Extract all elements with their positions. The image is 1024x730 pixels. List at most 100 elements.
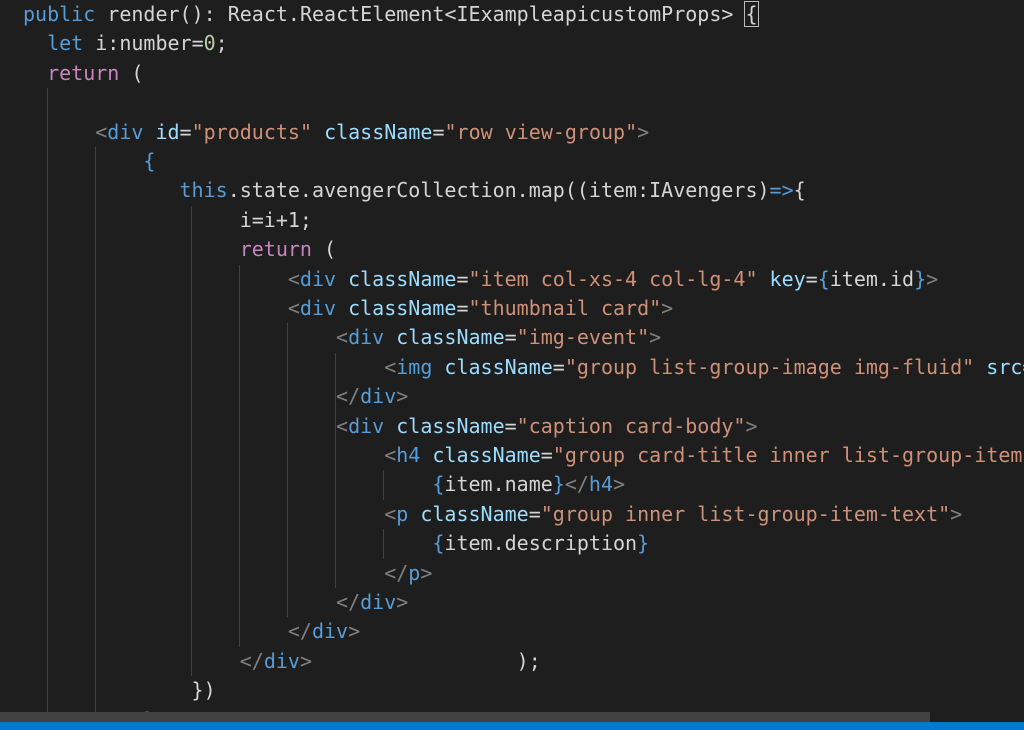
code-token: { — [143, 149, 156, 173]
code-token: = — [504, 325, 517, 350]
code-token: div — [263, 648, 300, 673]
code-line[interactable]: { — [143, 147, 155, 176]
code-token: = — [805, 266, 818, 291]
indent-guide — [47, 88, 48, 712]
code-line[interactable]: <div className="thumbnail card"> — [288, 294, 673, 323]
code-line[interactable]: <p className="group inner list-group-ite… — [384, 500, 962, 529]
code-token: className — [324, 119, 433, 144]
indent-guide — [95, 147, 96, 712]
code-token: > — [950, 501, 963, 526]
code-token: div — [360, 590, 397, 614]
indent-guide — [239, 264, 240, 647]
code-token: < — [336, 325, 349, 350]
code-line[interactable]: </p> — [384, 559, 432, 588]
code-token: { — [793, 178, 806, 203]
code-token: className — [420, 501, 529, 526]
code-token: div — [348, 413, 385, 438]
code-token: { — [432, 531, 445, 556]
code-token: > — [420, 560, 433, 585]
code-token: } — [552, 472, 565, 497]
code-token: i:number= — [83, 31, 204, 56]
code-token: "caption card-body" — [516, 413, 746, 438]
code-line[interactable]: <div className="img-event"> — [336, 323, 661, 352]
horizontal-scrollbar-thumb[interactable] — [0, 712, 930, 722]
code-token: img — [396, 354, 433, 379]
code-line[interactable]: }) — [192, 676, 216, 705]
code-line[interactable]: </div> — [336, 588, 408, 617]
code-token: > — [661, 296, 674, 320]
code-line[interactable]: {item.description} — [432, 529, 649, 558]
code-token: </ — [384, 560, 409, 585]
code-line[interactable]: <img className="group list-group-image i… — [384, 353, 1024, 382]
code-token: className — [432, 443, 541, 467]
code-line[interactable]: <div className="caption card-body"> — [336, 412, 757, 441]
code-token: { — [744, 1, 759, 27]
code-line[interactable]: this.state.avengerCollection.map((item:I… — [180, 176, 806, 205]
code-token: > — [348, 619, 361, 644]
code-token: this — [179, 178, 228, 203]
code-token: className — [348, 296, 457, 320]
code-token: = — [504, 413, 517, 438]
code-token: "group list-group-image img-fluid" — [564, 354, 975, 379]
code-token: "group inner list-group-item-text" — [540, 501, 951, 526]
code-token: div — [360, 384, 397, 409]
code-token: render(): React.ReactElement<IExampleapi… — [95, 2, 746, 26]
code-token: ( — [311, 237, 337, 262]
code-token: div — [311, 619, 349, 644]
code-line[interactable]: i=i+1; — [240, 206, 312, 235]
code-token: item.description — [444, 531, 638, 556]
code-token: = — [432, 119, 445, 144]
code-token: let — [47, 31, 84, 56]
code-token: = — [528, 501, 541, 526]
code-line[interactable]: {item.name}</h4> — [432, 470, 625, 499]
indent-guide — [287, 323, 288, 618]
code-token: = — [540, 443, 553, 467]
code-token: { — [432, 472, 445, 497]
code-token: > — [926, 266, 939, 291]
code-token: p — [408, 560, 421, 585]
indent-guide — [191, 205, 192, 677]
code-token: > — [649, 325, 662, 350]
code-line[interactable]: <div id="products" className="row view-g… — [95, 118, 649, 147]
code-token: src — [986, 354, 1023, 379]
code-token: < — [287, 296, 300, 320]
code-token: h4 — [588, 472, 614, 497]
code-token: > — [299, 648, 312, 673]
code-token: item.id — [829, 266, 915, 291]
code-token: className — [444, 354, 553, 379]
code-token: className — [396, 325, 505, 350]
code-line[interactable]: <div className="item col-xs-4 col-lg-4" … — [288, 265, 938, 294]
code-token: = — [456, 296, 469, 320]
code-token: > — [745, 413, 758, 438]
code-line[interactable]: <h4 className="group card-title inner li… — [384, 441, 1024, 470]
code-editor[interactable]: public render(): React.ReactElement<IExa… — [0, 0, 1024, 730]
code-area[interactable]: public render(): React.ReactElement<IExa… — [0, 0, 1024, 712]
code-token: { — [817, 266, 830, 291]
code-token: </ — [239, 648, 264, 673]
code-token: "img-event" — [516, 325, 650, 350]
code-token: public — [23, 2, 96, 26]
code-token: }) — [191, 678, 216, 703]
code-token: "products" — [191, 119, 313, 144]
code-token: p — [396, 501, 409, 526]
code-line[interactable]: public render(): React.ReactElement<IExa… — [23, 0, 759, 29]
code-line[interactable]: </div> — [336, 382, 408, 411]
horizontal-scrollbar[interactable] — [0, 712, 1024, 722]
code-token: div — [299, 296, 337, 320]
code-token: .state.avengerCollection.map((item:IAven… — [227, 178, 770, 203]
code-token: div — [107, 119, 144, 144]
code-line[interactable]: </div> — [288, 617, 360, 646]
code-line[interactable]: return ( — [47, 59, 143, 88]
code-line[interactable]: let i:number=0; — [47, 29, 228, 58]
code-line[interactable]: </div> ); — [240, 647, 541, 676]
code-token: "thumbnail card" — [468, 296, 662, 320]
code-line[interactable]: return ( — [240, 235, 336, 264]
